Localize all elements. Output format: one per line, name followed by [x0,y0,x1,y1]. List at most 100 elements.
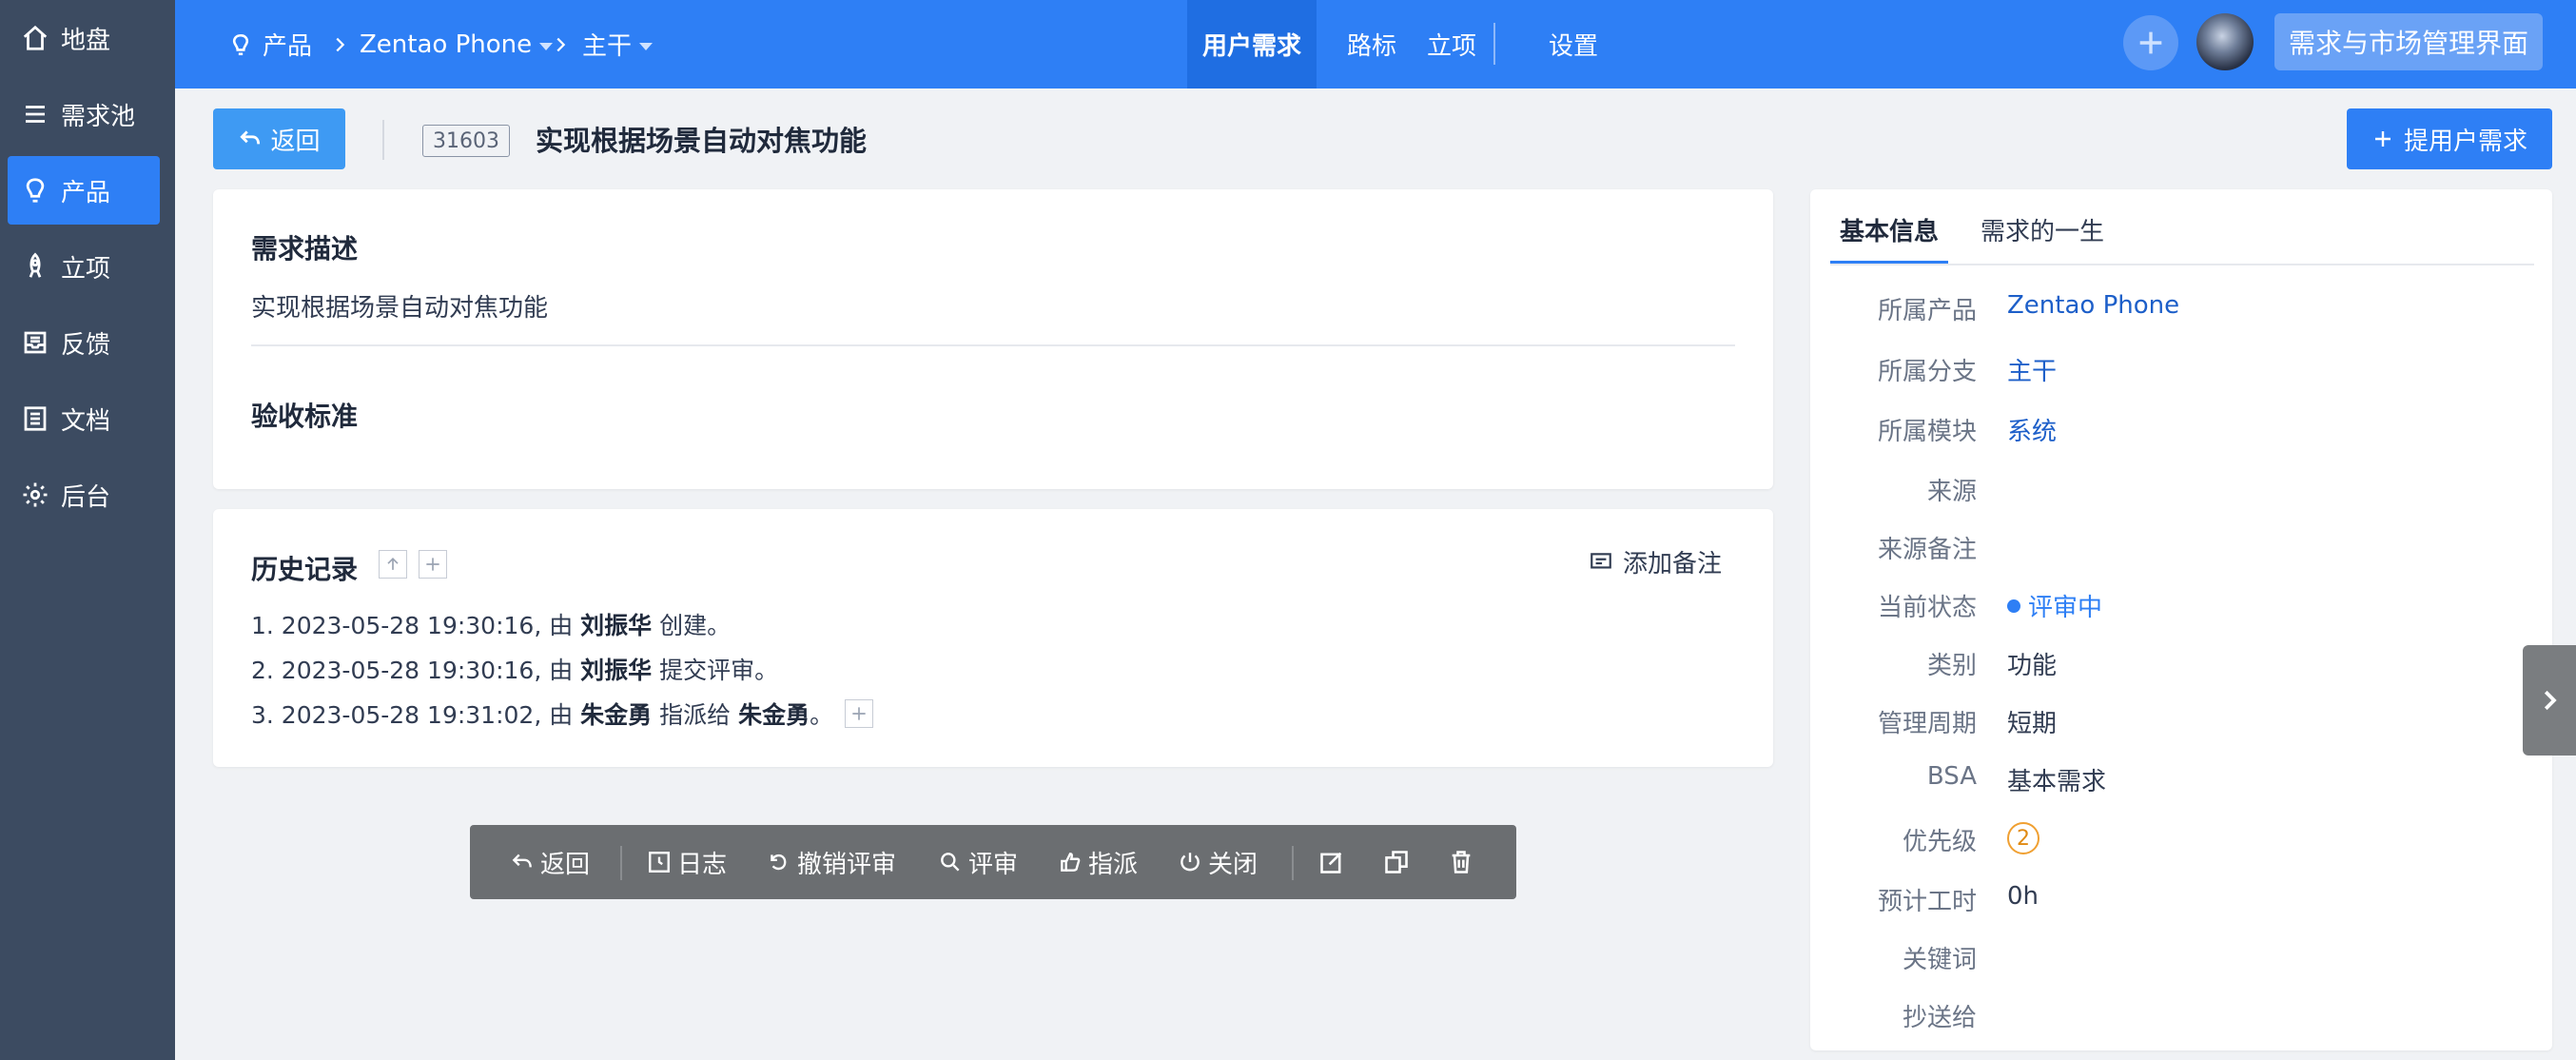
document-icon [19,402,51,435]
add-note-button[interactable]: 添加备注 [1589,544,1722,579]
description-text: 实现根据场景自动对焦功能 [251,294,549,323]
field-label: 当前状态 [1877,594,1977,622]
field-module-value[interactable]: 系统 [2007,412,2057,447]
status-text: 评审中 [2028,594,2103,622]
action-label: 评审 [968,850,1019,879]
breadcrumb-branch-switcher[interactable]: 主干 [582,0,654,88]
history-entry-suffix: 。 [810,701,834,729]
lightbulb-icon [19,174,51,206]
nav-label: 用户需求 [1202,32,1302,61]
field-label: 所属分支 [1877,358,1977,386]
edit-icon [1320,852,1342,874]
search-icon [941,853,960,872]
sidebar-item-label: 立项 [61,254,111,284]
status-badge: 评审中 [2007,588,2102,623]
action-divider [620,846,622,880]
field-label: 所属模块 [1877,418,1977,446]
breadcrumb-branch-name: 主干 [582,32,633,61]
field-label: BSA [1926,762,1977,791]
sidebar-item-label: 后台 [61,482,111,512]
sidebar-item-home[interactable]: 地盘 [8,4,160,72]
chevron-down-icon [639,42,654,50]
market-management-button[interactable]: 需求与市场管理界面 [2274,13,2543,70]
sidebar-item-project[interactable]: 立项 [8,232,160,301]
nav-label: 立项 [1427,32,1477,61]
sidebar-item-feedback[interactable]: 反馈 [8,308,160,377]
field-label: 管理周期 [1877,710,1977,738]
action-label: 撤销评审 [797,850,897,879]
chevron-right-icon [2544,690,2557,711]
description-title: 需求描述 [251,233,359,265]
chevron-right-icon [550,0,571,88]
breadcrumb-product-name: Zentao Phone [360,29,533,59]
panel-toggle-button[interactable] [2523,645,2576,756]
back-button[interactable]: 返回 [213,108,345,169]
history-entry-actor: 刘振华 [580,657,653,684]
action-copy-button[interactable] [1383,825,1410,899]
plus-icon [2374,131,2391,147]
sidebar-item-label: 地盘 [61,26,111,55]
action-edit-button[interactable] [1318,825,1345,899]
tab-requirement-lifecycle[interactable]: 需求的一生 [1981,212,2104,247]
gear-icon [19,479,51,511]
breadcrumb-product-label: 产品 [263,32,313,61]
nav-roadmap[interactable]: 路标 [1332,0,1412,88]
field-label: 来源 [1926,478,1977,506]
inbox-icon [19,326,51,359]
page-title: 实现根据场景自动对焦功能 [536,125,868,157]
expand-all-icon[interactable] [419,550,447,579]
action-log-button[interactable]: 日志 [647,825,727,899]
field-branch-value[interactable]: 主干 [2007,352,2057,387]
field-product-value[interactable]: Zentao Phone [2007,291,2179,320]
action-close-button[interactable]: 关闭 [1178,825,1258,899]
action-review-button[interactable]: 评审 [938,825,1018,899]
field-label: 关键词 [1902,946,1977,974]
action-back-button[interactable]: 返回 [510,825,590,899]
field-label: 预计工时 [1877,888,1977,916]
quick-add-button[interactable] [2123,15,2178,70]
field-cycle-value: 短期 [2007,710,2058,738]
nav-settings[interactable]: 设置 [1533,0,1613,88]
nav-user-requirements[interactable]: 用户需求 [1187,0,1317,88]
history-entry-action: 创建。 [652,612,732,639]
comment-icon [1590,552,1611,568]
nav-divider [1493,23,1495,65]
action-assign-button[interactable]: 指派 [1058,825,1138,899]
field-label: 类别 [1926,652,1977,680]
propose-requirement-button[interactable]: 提用户需求 [2347,108,2552,169]
history-entry: 2. 2023-05-28 19:30:16, 由 刘振华 提交评审。 [251,652,778,686]
rocket-icon [19,250,51,283]
breadcrumb-product-switcher[interactable]: Zentao Phone [360,0,554,88]
action-label: 日志 [677,850,728,879]
avatar[interactable] [2196,13,2254,70]
history-entry-action: 提交评审。 [652,657,779,684]
collapse-all-icon[interactable] [379,550,407,579]
nav-project[interactable]: 立项 [1412,0,1492,88]
sidebar-item-admin[interactable]: 后台 [8,461,160,529]
history-entry-actor: 刘振华 [580,612,653,639]
tab-basic-info[interactable]: 基本信息 [1840,212,1939,247]
add-note-label: 添加备注 [1623,550,1723,579]
sidebar-item-label: 需求池 [61,102,136,131]
action-delete-button[interactable] [1448,825,1474,899]
power-icon [1181,853,1200,872]
list-icon [19,98,51,130]
priority-field: 2 [2007,822,2039,854]
plus-icon [2139,31,2162,54]
clock-icon [649,852,670,873]
sidebar-item-product[interactable]: 产品 [8,156,160,225]
description-card [213,189,1773,489]
sidebar-item-requirement-pool[interactable]: 需求池 [8,80,160,148]
history-entry-text: 2. 2023-05-28 19:30:16, 由 [251,657,581,684]
field-estimate-value: 0h [2007,882,2039,911]
history-entry-text: 3. 2023-05-28 19:31:02, 由 [251,701,581,729]
lightbulb-icon [232,33,249,55]
action-label: 返回 [540,850,591,879]
expand-entry-icon[interactable] [845,699,874,728]
breadcrumb-product[interactable]: 产品 [228,0,312,88]
undo-arrow-icon [240,130,261,145]
action-revoke-review-button[interactable]: 撤销评审 [767,825,896,899]
sidebar-item-docs[interactable]: 文档 [8,384,160,453]
trash-icon [1452,851,1471,874]
history-title: 历史记录 [251,554,359,585]
